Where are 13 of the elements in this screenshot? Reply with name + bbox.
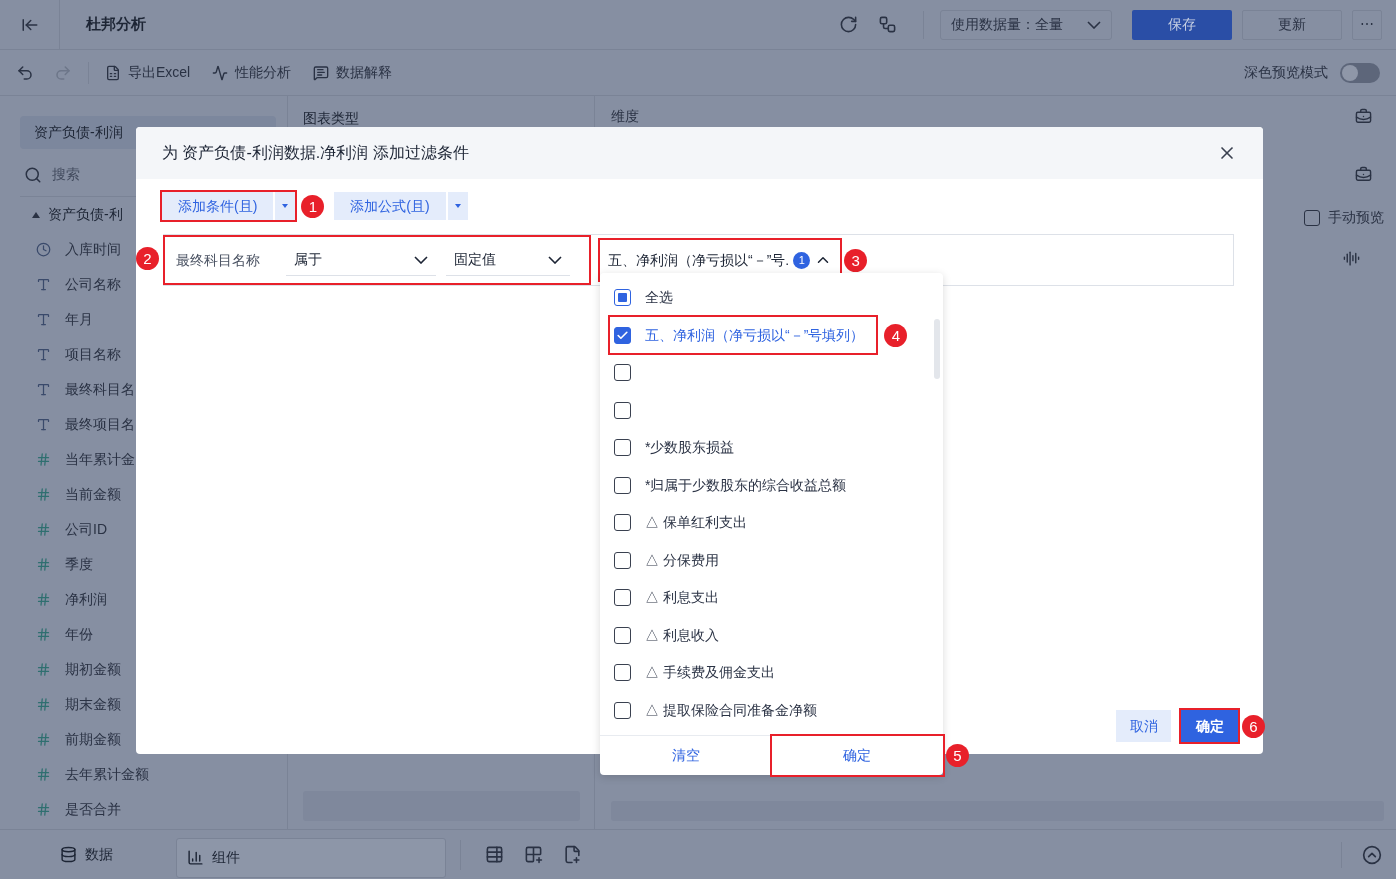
dialog-title: 为 资产负债-利润数据.净利润 添加过滤条件 (162, 143, 470, 163)
chart-type-label: 图表类型 (303, 109, 360, 128)
callout-number: 4 (884, 323, 908, 347)
callout-number: 6 (1242, 714, 1265, 738)
manual-preview-label: 手动预览 (1328, 208, 1384, 227)
callout-number: 3 (844, 248, 868, 272)
callout-number: 1 (301, 194, 325, 218)
dimension-label: 维度 (611, 106, 639, 126)
condition-field: 最终科目名称 (176, 249, 276, 271)
dark-preview-label: 深色预览模式 (1244, 63, 1328, 82)
report-title: 杜邦分析 (86, 14, 146, 35)
callout-number: 2 (136, 247, 159, 270)
count-badge: 1 (793, 251, 811, 269)
